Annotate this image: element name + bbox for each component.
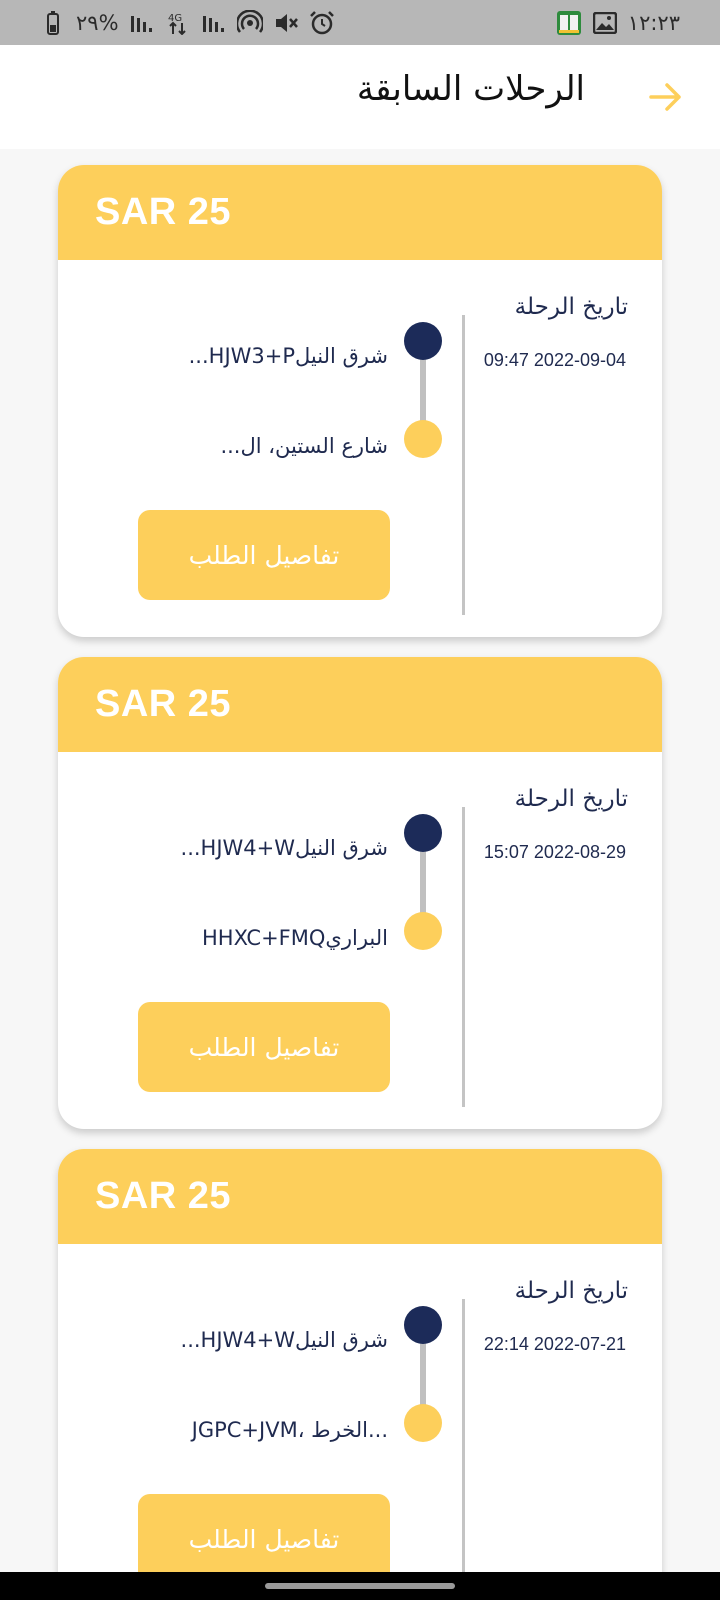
dropoff-dot-icon — [404, 420, 442, 458]
page-title: الرحلات السابقة — [356, 69, 585, 109]
trip-price-header: SAR 25 — [58, 165, 662, 260]
svg-text:4G: 4G — [168, 13, 182, 24]
trip-card-body: تاريخ الرحلة 09:47 2022-09-04 شرق النيلH… — [58, 260, 662, 637]
order-details-button[interactable]: تفاصيل الطلب — [138, 1494, 390, 1584]
status-time: ١٢:٢٣ — [627, 10, 680, 35]
pickup-dot-icon — [404, 1306, 442, 1344]
trip-price: SAR 25 — [95, 683, 232, 725]
order-details-button[interactable]: تفاصيل الطلب — [138, 1002, 390, 1092]
pickup-address: شرق النيلHJW3+P... — [188, 344, 388, 368]
app-bar: الرحلات السابقة — [0, 45, 720, 149]
trip-price: SAR 25 — [95, 1175, 232, 1217]
trip-date-label: تاريخ الرحلة — [514, 786, 628, 812]
trip-card: SAR 25 تاريخ الرحلة 09:47 2022-09-04 شرق… — [58, 165, 662, 637]
battery-percent: ٢٩% — [76, 10, 119, 35]
trip-card-body: تاريخ الرحلة 15:07 2022-08-29 شرق النيلH… — [58, 752, 662, 1129]
trip-price: SAR 25 — [95, 191, 232, 233]
dropoff-dot-icon — [404, 1404, 442, 1442]
signal-icon — [201, 10, 227, 36]
pickup-dot-icon — [404, 814, 442, 852]
system-nav-bar — [0, 1572, 720, 1600]
trip-date-label: تاريخ الرحلة — [514, 294, 628, 320]
pickup-address: شرق النيلHJW4+W... — [180, 1328, 388, 1352]
trip-card: SAR 25 تاريخ الرحلة 22:14 2022-07-21 شرق… — [58, 1149, 662, 1600]
quran-app-icon — [556, 10, 582, 36]
trip-date: 22:14 2022-07-21 — [483, 1334, 626, 1354]
dropoff-address: شارع الستين، ال... — [220, 434, 388, 458]
arrow-right-icon — [649, 83, 681, 111]
trip-card-body: تاريخ الرحلة 22:14 2022-07-21 شرق النيلH… — [58, 1244, 662, 1600]
trip-date: 09:47 2022-09-04 — [483, 350, 626, 370]
dropoff-address: البراريHHXC+FMQ — [201, 926, 388, 950]
trip-card: SAR 25 تاريخ الرحلة 15:07 2022-08-29 شرق… — [58, 657, 662, 1129]
order-details-button[interactable]: تفاصيل الطلب — [138, 510, 390, 600]
pickup-address: شرق النيلHJW4+W... — [180, 836, 388, 860]
vertical-divider — [462, 315, 465, 615]
pickup-dot-icon — [404, 322, 442, 360]
home-gesture-handle[interactable] — [265, 1583, 455, 1589]
status-bar: ٢٩% 4G ١٢:٢٣ — [0, 0, 720, 45]
status-right: ١٢:٢٣ — [556, 10, 680, 36]
data-icon: 4G — [165, 10, 191, 36]
vertical-divider — [462, 1299, 465, 1599]
signal-icon — [129, 10, 155, 36]
trip-price-header: SAR 25 — [58, 1149, 662, 1244]
trip-date-label: تاريخ الرحلة — [514, 1278, 628, 1304]
status-left-icons: ٢٩% 4G — [40, 9, 335, 36]
battery-icon — [40, 10, 66, 36]
hotspot-icon — [236, 9, 263, 36]
vertical-divider — [462, 807, 465, 1107]
dropoff-dot-icon — [404, 912, 442, 950]
trip-price-header: SAR 25 — [58, 657, 662, 752]
trip-date: 15:07 2022-08-29 — [483, 842, 626, 862]
dropoff-address: JGPC+JVM، الخرط... — [191, 1418, 388, 1442]
mute-icon — [273, 10, 299, 36]
alarm-icon — [309, 10, 335, 36]
back-button[interactable] — [642, 73, 690, 121]
gallery-icon — [592, 10, 618, 36]
